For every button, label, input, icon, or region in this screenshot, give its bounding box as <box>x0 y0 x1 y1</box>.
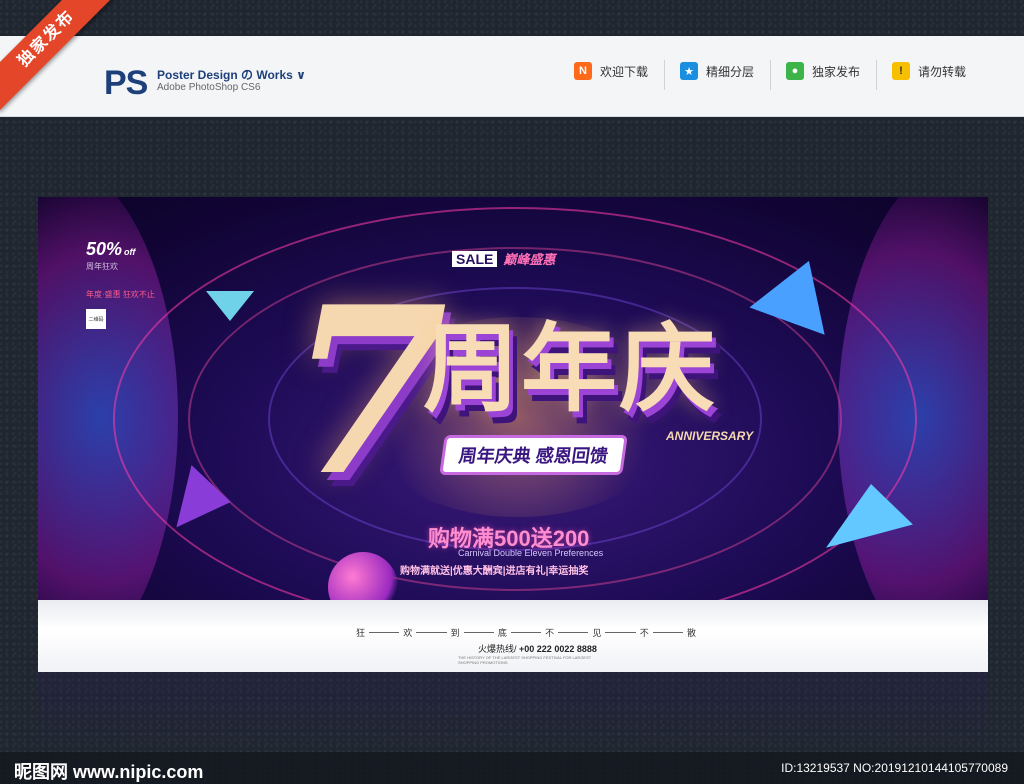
ps-logo: PS <box>104 64 148 102</box>
star-icon: ★ <box>680 62 698 80</box>
header-subtitle: Adobe PhotoShop CS6 <box>157 82 261 93</box>
triangle-decoration <box>206 291 254 321</box>
celebration-banner: 周年庆典 感恩回馈 <box>439 435 628 475</box>
discount-badge: 50% off <box>86 239 135 260</box>
hotline: 火爆热线/ +00 222 0022 8888 <box>478 642 597 655</box>
slogan-char: 到 <box>450 628 460 638</box>
slogan-char: 欢 <box>403 628 413 638</box>
poster-bottom-band: 狂 欢 到 底 不 见 不 散 火爆热线/ +00 222 0022 8888 … <box>38 600 988 672</box>
header-title[interactable]: Poster Design の Works ∨ <box>157 66 306 83</box>
badge-percent: 50% <box>86 239 123 259</box>
site-logo[interactable]: 昵图网 www.nipic.com <box>14 758 203 784</box>
nav-divider <box>664 60 665 90</box>
nav-item-layers[interactable]: ★ 精细分层 <box>680 62 754 80</box>
slogan-char: 不 <box>545 628 555 638</box>
nav-label-no-repost: 请勿转载 <box>918 64 967 79</box>
slogan-char: 底 <box>497 628 507 638</box>
badge-small-text: 周年狂欢 <box>86 262 118 271</box>
badge-off: off <box>124 247 136 257</box>
slogan-char: 见 <box>592 628 602 638</box>
promo-english: Carnival Double Eleven Preferences <box>458 548 604 558</box>
nav-label-exclusive: 独家发布 <box>812 64 861 79</box>
side-note: 年度·盛惠 狂欢不止 <box>86 290 155 299</box>
sale-label: SALE <box>452 250 498 267</box>
anniversary-text: ANNIVERSARY <box>666 429 754 443</box>
image-id: ID:13219537 NO:20191210144105770089 <box>781 761 1008 775</box>
nav-label-layers: 精细分层 <box>706 64 755 79</box>
slogan-char: 不 <box>639 628 649 638</box>
fine-print: THE HISTORY OF THE LARGEST SHOPPING FEST… <box>458 655 592 665</box>
nav-item-exclusive[interactable]: ● 独家发布 <box>786 62 860 80</box>
user-icon: ● <box>786 62 804 80</box>
header-bar: PS Poster Design の Works ∨ Adobe PhotoSh… <box>0 36 1024 117</box>
sale-text: 巅峰盛惠 <box>503 252 556 267</box>
slogan-char: 散 <box>686 628 696 638</box>
nav-item-download[interactable]: N 欢迎下载 <box>574 62 648 80</box>
poster-image: 50% off 周年狂欢 年度·盛惠 狂欢不止 二维码 SALE 巅峰盛惠 7 周… <box>38 197 988 672</box>
download-icon: N <box>574 62 592 80</box>
bottom-slogan: 狂 欢 到 底 不 见 不 散 <box>356 626 696 639</box>
slogan-char: 狂 <box>356 628 366 638</box>
main-title: 周年庆 <box>423 316 717 423</box>
nav-label-download: 欢迎下载 <box>600 64 649 79</box>
footer-bar: 昵图网 www.nipic.com ID:13219537 NO:2019121… <box>0 752 1024 784</box>
poster-reflection <box>38 672 988 752</box>
sale-tag: SALE 巅峰盛惠 <box>452 249 555 268</box>
warning-icon: ! <box>892 62 910 80</box>
hotline-label: 火爆热线/ <box>478 644 517 654</box>
nav-item-no-repost[interactable]: ! 请勿转载 <box>892 62 966 80</box>
nav-divider <box>770 60 771 90</box>
qr-code: 二维码 <box>86 309 106 329</box>
hotline-number: +00 222 0022 8888 <box>519 644 597 654</box>
promo-list: 购物满就送|优惠大酬宾|进店有礼|幸运抽奖 <box>400 566 589 577</box>
nav-divider <box>876 60 877 90</box>
